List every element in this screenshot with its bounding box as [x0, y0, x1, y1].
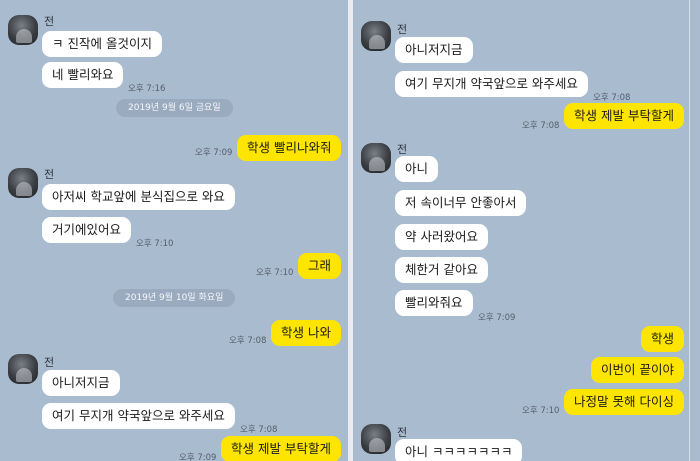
date-divider: 2019년 9월 10일 화요일 — [113, 289, 236, 307]
sender-name: 전 — [397, 23, 408, 36]
message-bubble-incoming[interactable]: 아니 ㅋㅋㅋㅋㅋㅋㅋ — [395, 439, 523, 461]
message-bubble-outgoing[interactable]: 학생 — [641, 326, 685, 352]
message-timestamp: 오후 7:08 — [229, 336, 267, 346]
message-bubble-incoming[interactable]: 약 사러왔어요 — [395, 224, 488, 250]
profile-avatar[interactable] — [8, 168, 38, 198]
message-bubble-outgoing[interactable]: 학생 제발 부탁할게 — [221, 436, 341, 461]
message-bubble-incoming[interactable]: ㅋ 진작에 올것이지 — [42, 31, 162, 57]
message-bubble-incoming[interactable]: 네 빨리와요 — [42, 62, 124, 88]
sender-name: 전 — [44, 168, 55, 181]
sender-name: 전 — [44, 15, 55, 28]
message-bubble-outgoing[interactable]: 나정말 못해 다이싱 — [564, 389, 684, 415]
message-bubble-outgoing[interactable]: 학생 나와 — [271, 320, 341, 346]
message-bubble-incoming[interactable]: 아저씨 학교앞에 분식집으로 와요 — [42, 184, 235, 210]
message-bubble-outgoing[interactable]: 그래 — [298, 253, 342, 279]
message-bubble-incoming[interactable]: 여기 무지개 약국앞으로 와주세요 — [42, 403, 235, 429]
sender-name: 전 — [44, 356, 55, 369]
message-timestamp: 오후 7:09 — [179, 453, 217, 461]
message-bubble-outgoing[interactable]: 학생 빨리나와줘 — [237, 135, 342, 161]
profile-avatar[interactable] — [8, 354, 38, 384]
date-divider: 2019년 9월 6일 금요일 — [116, 99, 233, 117]
message-timestamp: 오후 7:08 — [522, 121, 560, 131]
chat-panel-left[interactable]: 전ㅋ 진작에 올것이지 네 빨리와요 오후 7:16 2019년 9월 6일 금요일 학… — [0, 0, 348, 461]
message-bubble-incoming[interactable]: 저 속이너무 안좋아서 — [395, 190, 527, 216]
message-bubble-incoming[interactable]: 체한거 같아요 — [395, 257, 488, 283]
message-bubble-outgoing[interactable]: 이번이 끝이야 — [591, 357, 684, 383]
message-timestamp: 오후 7:08 — [240, 425, 278, 435]
message-timestamp: 오후 7:16 — [128, 84, 166, 94]
message-timestamp: 오후 7:10 — [136, 239, 174, 249]
profile-avatar[interactable] — [8, 15, 38, 45]
message-bubble-incoming[interactable]: 거기에있어요 — [42, 217, 132, 243]
message-timestamp: 오후 7:09 — [478, 313, 516, 323]
message-timestamp: 오후 7:09 — [195, 148, 233, 158]
sender-name: 전 — [397, 426, 408, 439]
scrollbar-track — [689, 0, 690, 461]
message-bubble-incoming[interactable]: 아니 — [395, 156, 439, 182]
message-timestamp: 오후 7:10 — [522, 406, 560, 416]
chat-panel-right[interactable]: 전 아니저지금 여기 무지개 약국앞으로 와주세요 오후 7:08 학생 제발 부탁할게… — [353, 0, 700, 461]
profile-avatar[interactable] — [361, 424, 391, 454]
message-bubble-incoming[interactable]: 여기 무지개 약국앞으로 와주세요 — [395, 71, 588, 97]
profile-avatar[interactable] — [361, 143, 391, 173]
profile-avatar[interactable] — [361, 21, 391, 51]
message-bubble-incoming[interactable]: 아니저지금 — [42, 370, 120, 396]
message-bubble-incoming[interactable]: 아니저지금 — [395, 37, 473, 63]
message-bubble-incoming[interactable]: 빨리와줘요 — [395, 290, 473, 316]
sender-name: 전 — [397, 143, 408, 156]
message-timestamp: 오후 7:10 — [256, 268, 294, 278]
message-bubble-outgoing[interactable]: 학생 제발 부탁할게 — [564, 103, 684, 129]
message-timestamp: 오후 7:08 — [593, 93, 631, 103]
